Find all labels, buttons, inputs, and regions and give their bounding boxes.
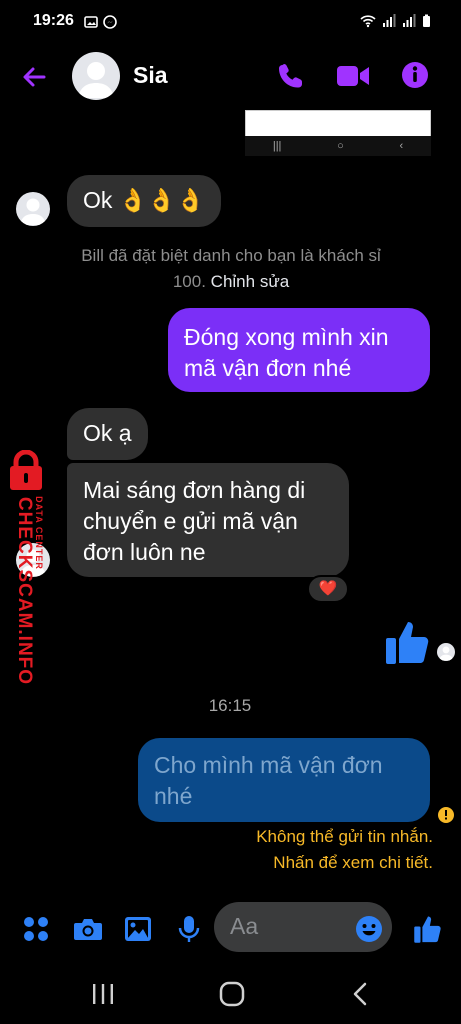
- recent-apps-icon: |||: [272, 140, 282, 152]
- info-icon[interactable]: [400, 60, 430, 90]
- phone-icon[interactable]: [276, 61, 306, 91]
- like-button-icon[interactable]: [413, 914, 443, 944]
- send-error-message[interactable]: Không thể gửi tin nhắn. Nhấn để xem chi …: [190, 824, 433, 876]
- composer-bar: Aa: [0, 898, 461, 958]
- signal-icon-2: [403, 14, 416, 27]
- message-input-placeholder: Aa: [230, 913, 259, 939]
- system-nav-bar: [0, 968, 461, 1024]
- error-icon[interactable]: [437, 806, 455, 824]
- contact-name[interactable]: Sia: [133, 62, 168, 89]
- back-icon: ‹: [399, 140, 404, 152]
- watermark: CHECKSCAM.INFO DATA CENTER: [4, 450, 48, 685]
- overlay-thumbnail-nav: ||| ○ ‹: [245, 136, 431, 156]
- emoji-icon[interactable]: [355, 915, 383, 943]
- read-receipt-avatar: [437, 643, 455, 661]
- message-incoming[interactable]: Mai sáng đơn hàng di chuyển e gửi mã vận…: [67, 463, 349, 577]
- gallery-icon[interactable]: [124, 916, 152, 942]
- system-message: Bill đã đặt biệt danh cho bạn là khách s…: [70, 243, 392, 295]
- recent-apps-icon[interactable]: [91, 983, 115, 1005]
- messenger-icon: [103, 15, 117, 29]
- video-call-icon[interactable]: [336, 63, 370, 89]
- send-error-line-1: Không thể gửi tin nhắn.: [256, 827, 433, 846]
- back-arrow-icon[interactable]: [20, 63, 48, 91]
- status-system-icons: [360, 14, 431, 28]
- more-apps-icon[interactable]: [23, 916, 49, 942]
- wifi-icon: [360, 15, 376, 28]
- send-error-line-2: Nhấn để xem chi tiết.: [273, 853, 433, 872]
- microphone-icon[interactable]: [178, 915, 200, 943]
- message-incoming[interactable]: Ok ạ: [67, 408, 148, 460]
- message-outgoing[interactable]: Đóng xong mình xin mã vận đơn nhé: [168, 308, 430, 392]
- message-incoming[interactable]: Ok 👌👌👌: [67, 175, 221, 227]
- watermark-brand: CHECKSCAM.INFO: [14, 496, 35, 686]
- camera-icon[interactable]: [73, 916, 103, 942]
- reaction-badge[interactable]: ❤️: [307, 575, 349, 603]
- home-icon[interactable]: [219, 981, 245, 1007]
- signal-icon: [383, 14, 396, 27]
- battery-icon: [423, 14, 430, 27]
- message-failed[interactable]: Cho mình mã vận đơn nhé: [138, 738, 430, 822]
- status-bar: 19:26: [0, 0, 461, 46]
- chat-header: Sia: [0, 46, 461, 108]
- like-sticker-icon[interactable]: [384, 618, 432, 666]
- home-icon: ○: [337, 140, 344, 152]
- edit-nickname-link[interactable]: Chỉnh sửa: [211, 272, 289, 291]
- watermark-sub: DATA CENTER: [34, 496, 44, 570]
- status-notifications: [84, 15, 117, 29]
- contact-avatar[interactable]: [72, 52, 120, 100]
- gallery-icon: [84, 16, 98, 28]
- status-time: 19:26: [33, 12, 74, 29]
- sender-avatar[interactable]: [16, 192, 50, 226]
- time-divider: 16:15: [208, 696, 252, 715]
- back-icon[interactable]: [352, 982, 368, 1006]
